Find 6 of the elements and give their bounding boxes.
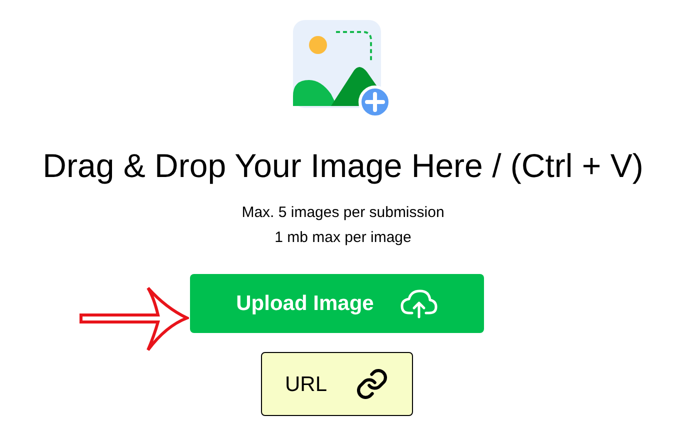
cloud-upload-icon — [400, 288, 438, 319]
drop-heading: Drag & Drop Your Image Here / (Ctrl + V) — [42, 146, 644, 186]
limit-note: Max. 5 images per submission — [242, 203, 444, 224]
limit-note: 1 mb max per image — [274, 228, 412, 248]
url-button[interactable]: URL — [261, 352, 413, 416]
link-icon — [355, 367, 389, 402]
